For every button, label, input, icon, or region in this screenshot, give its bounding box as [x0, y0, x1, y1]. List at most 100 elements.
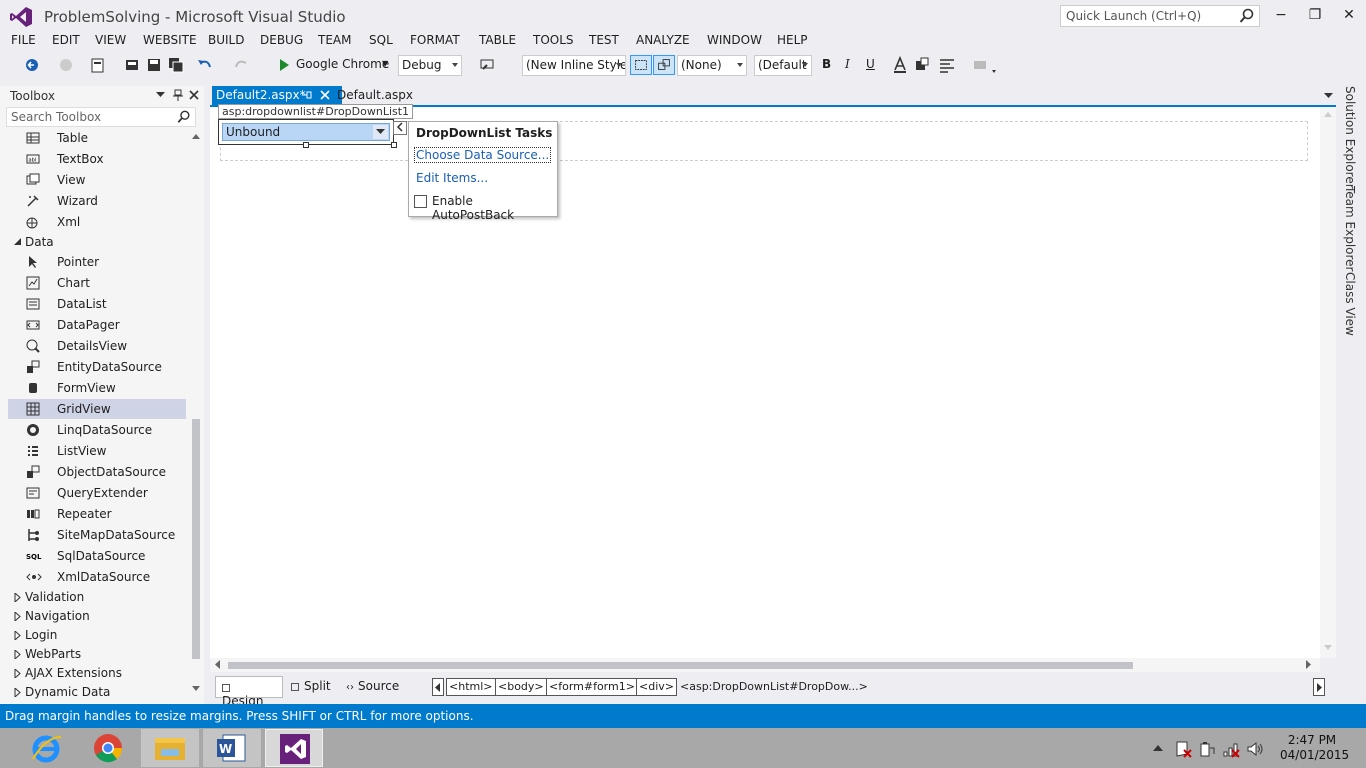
scroll-right-icon[interactable] [1306, 660, 1312, 669]
toolbox-item-detailsview[interactable]: DetailsView [8, 336, 186, 356]
menu-debug[interactable]: DEBUG [260, 33, 303, 47]
team-explorer-tab[interactable]: Team Explorer [1343, 186, 1357, 272]
scroll-left-icon[interactable] [215, 660, 221, 669]
toolbox-item-formview[interactable]: FormView [8, 378, 186, 398]
word-taskbar-button[interactable]: W [203, 729, 261, 767]
toolbox-item-objectdatasource[interactable]: ObjectDataSource [8, 462, 186, 482]
pin-icon[interactable] [173, 89, 183, 102]
breadcrumb-html[interactable]: <html> [446, 678, 496, 696]
internet-explorer-taskbar-button[interactable] [17, 729, 75, 767]
chrome-taskbar-button[interactable] [79, 729, 137, 767]
menu-file[interactable]: FILE [11, 33, 36, 47]
split-view-tab[interactable]: Split [285, 676, 337, 698]
menu-edit[interactable]: EDIT [52, 33, 80, 47]
italic-button[interactable]: I [845, 57, 850, 71]
breadcrumb-body[interactable]: <body> [495, 678, 547, 696]
font-dropdown[interactable]: (Default [754, 55, 812, 76]
style-dropdown[interactable]: (New Inline Style [522, 55, 626, 76]
menu-tools[interactable]: TOOLS [533, 33, 574, 47]
menu-window[interactable]: WINDOW [707, 33, 762, 47]
close-window-button[interactable]: ✕ [1332, 4, 1366, 26]
action-center-icon[interactable] [1174, 740, 1192, 758]
tab-overflow-chevron-icon[interactable] [1324, 93, 1333, 99]
toolbox-scroll-thumb[interactable] [192, 419, 200, 659]
run-target-chevron-icon[interactable]: ▼ [382, 59, 388, 68]
edit-items-link[interactable]: Edit Items... [416, 171, 488, 185]
toolbox-item-sitemapdatasource[interactable]: SiteMapDataSource [8, 525, 186, 545]
undo-icon[interactable] [196, 55, 214, 75]
start-debugging-icon[interactable] [278, 55, 290, 75]
menu-table[interactable]: TABLE [479, 33, 516, 47]
close-tab-icon[interactable] [320, 90, 330, 100]
justify-icon[interactable] [938, 55, 958, 75]
toolbox-item-datapager[interactable]: DataPager [8, 315, 186, 335]
run-target-label[interactable]: Google Chrome [296, 57, 389, 71]
scroll-down-icon[interactable] [1324, 645, 1332, 651]
breadcrumb-div[interactable]: <div> [636, 678, 677, 696]
design-view-tab[interactable]: Design [215, 676, 283, 708]
restore-button[interactable]: ❐ [1298, 4, 1332, 26]
background-color-icon[interactable] [914, 55, 930, 75]
designer-horizontal-scrollbar[interactable] [210, 658, 1320, 672]
close-icon[interactable] [189, 90, 199, 100]
toolbox-category-navigation[interactable]: Navigation [0, 607, 190, 626]
breadcrumb-next-button[interactable] [1313, 678, 1325, 696]
dropdownlist-selection[interactable]: Unbound [222, 123, 390, 141]
panel-menu-chevron-icon[interactable] [156, 92, 165, 98]
toolbox-category-dynamic-data[interactable]: Dynamic Data [0, 683, 190, 702]
toolbox-category-webparts[interactable]: WebParts [0, 645, 190, 664]
toolbox-item-sqldatasource[interactable]: SQL SqlDataSource [8, 546, 186, 566]
pin-tab-icon[interactable] [303, 91, 313, 100]
visual-studio-taskbar-button[interactable] [265, 729, 323, 767]
system-clock[interactable]: 2:47 PM 04/01/2015 [1280, 733, 1349, 763]
source-view-tab[interactable]: ‹› Source [340, 676, 405, 698]
toolbox-item-xmldatasource[interactable]: XmlDataSource [8, 567, 186, 587]
enable-autopostback-label[interactable]: Enable AutoPostBack [432, 194, 557, 222]
volume-icon[interactable] [1246, 740, 1264, 758]
breadcrumb-prev-button[interactable] [432, 678, 444, 696]
toolbox-scrollbar[interactable] [190, 130, 202, 704]
show-blocks-icon[interactable] [630, 55, 652, 75]
toolbox-category-validation[interactable]: Validation [0, 588, 190, 607]
show-hidden-icons-chevron-icon[interactable] [1153, 744, 1163, 752]
target-rule-dropdown[interactable]: (None) [677, 55, 747, 76]
menu-view[interactable]: VIEW [95, 33, 126, 47]
enable-autopostback-checkbox[interactable] [414, 195, 427, 208]
browser-link-icon[interactable] [478, 55, 496, 75]
menu-analyze[interactable]: ANALYZE [636, 33, 690, 47]
new-project-icon[interactable] [90, 55, 106, 75]
minimize-button[interactable]: − [1264, 4, 1298, 26]
scroll-up-icon[interactable] [1324, 112, 1332, 118]
dropdownlist-button[interactable] [373, 125, 388, 139]
toolbox-item-pointer[interactable]: Pointer [8, 252, 186, 272]
toolbar-options-icon[interactable] [972, 55, 998, 75]
scroll-up-icon[interactable] [192, 134, 200, 140]
menu-help[interactable]: HELP [777, 33, 808, 47]
toolbox-item-wizard[interactable]: Wizard [8, 191, 186, 211]
save-all-icon[interactable] [168, 55, 184, 75]
choose-data-source-link[interactable]: Choose Data Source... [414, 147, 552, 163]
toolbox-item-listview[interactable]: ListView [8, 441, 186, 461]
navigate-forward-icon[interactable] [58, 55, 74, 75]
breadcrumb-form[interactable]: <form#form1> [546, 678, 638, 696]
quick-launch-input[interactable]: Quick Launch (Ctrl+Q) [1060, 5, 1260, 27]
toolbox-item-chart[interactable]: Chart [8, 273, 186, 293]
breadcrumb-current-tag[interactable]: <asp:DropDownList#DropDow...> [680, 680, 868, 693]
resize-handle[interactable] [303, 142, 309, 148]
visual-aids-icon[interactable] [653, 55, 675, 75]
toolbox-item-linqdatasource[interactable]: LinqDataSource [8, 420, 186, 440]
menu-sql[interactable]: SQL [369, 33, 393, 47]
toolbox-item-table[interactable]: Table [8, 128, 186, 148]
menu-build[interactable]: BUILD [208, 33, 244, 47]
toolbox-item-textbox[interactable]: abl TextBox [8, 149, 186, 169]
toolbox-search-input[interactable]: Search Toolbox [6, 107, 196, 127]
design-surface[interactable]: Unbound asp:dropdownlist#DropDownList1 D… [210, 104, 1320, 658]
resize-handle[interactable] [391, 142, 397, 148]
toolbox-item-queryextender[interactable]: QueryExtender [8, 483, 186, 503]
menu-team[interactable]: TEAM [318, 33, 351, 47]
toolbox-item-repeater[interactable]: Repeater [8, 504, 186, 524]
designer-vertical-scrollbar[interactable] [1320, 107, 1336, 658]
smart-tag-glyph[interactable] [393, 121, 407, 135]
navigate-back-icon[interactable] [24, 55, 40, 75]
horizontal-scroll-thumb[interactable] [228, 662, 1133, 669]
